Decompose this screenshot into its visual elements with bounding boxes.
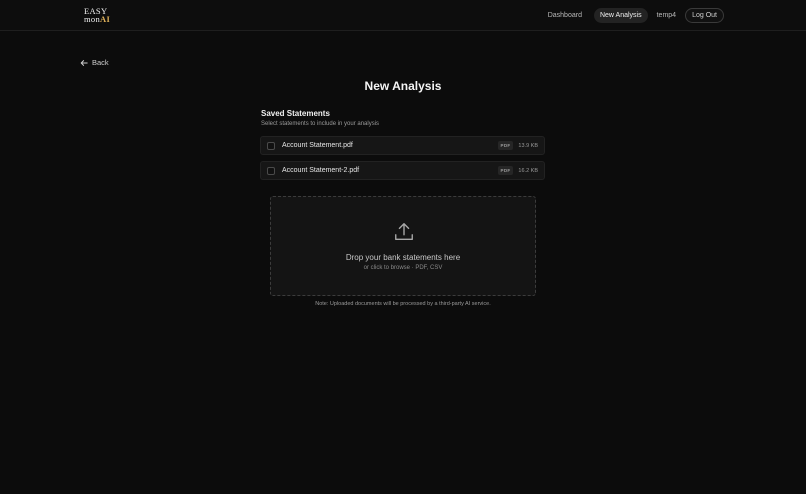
upload-icon: [395, 223, 413, 241]
file-checkbox[interactable]: [267, 166, 275, 175]
brand-logo[interactable]: EASY monAI: [84, 7, 124, 24]
back-link[interactable]: Back: [80, 58, 109, 67]
brand-line-2b: AI: [100, 14, 111, 24]
file-type-badge: PDF: [497, 166, 514, 175]
top-navigation-bar: EASY monAI Dashboard New Analysis temp4 …: [0, 0, 806, 31]
saved-statements-title: Saved Statements: [261, 109, 330, 118]
dropzone-title: Drop your bank statements here: [345, 253, 461, 262]
page-title: New Analysis: [364, 79, 442, 93]
back-label: Back: [92, 58, 109, 67]
privacy-note: Note: Uploaded documents will be process…: [315, 301, 491, 307]
saved-statements-subtitle: Select statements to include in your ana…: [261, 121, 380, 127]
logout-button[interactable]: Log Out: [685, 8, 724, 23]
dropzone-subtitle: or click to browse · PDF, CSV: [363, 265, 443, 271]
nav-username[interactable]: temp4: [654, 8, 679, 23]
file-checkbox[interactable]: [267, 141, 275, 150]
file-name: Account Statement-2.pdf: [282, 167, 360, 174]
file-name: Account Statement.pdf: [282, 142, 353, 149]
brand-line-2: monAI: [84, 14, 124, 24]
nav-links: Dashboard New Analysis temp4 Log Out: [542, 7, 724, 24]
file-type-badge: PDF: [497, 141, 514, 150]
arrow-left-icon: [80, 59, 88, 66]
file-size: 13.9 KB: [518, 142, 538, 149]
file-size: 16.2 KB: [518, 167, 538, 174]
nav-dashboard[interactable]: Dashboard: [542, 8, 588, 23]
brand-line-2a: mon: [84, 14, 101, 24]
saved-file-row[interactable]: Account Statement.pdf PDF 13.9 KB: [260, 136, 545, 155]
saved-file-row[interactable]: Account Statement-2.pdf PDF 16.2 KB: [260, 161, 545, 180]
nav-new-analysis[interactable]: New Analysis: [593, 8, 648, 23]
file-dropzone[interactable]: Drop your bank statements here or click …: [270, 196, 536, 296]
